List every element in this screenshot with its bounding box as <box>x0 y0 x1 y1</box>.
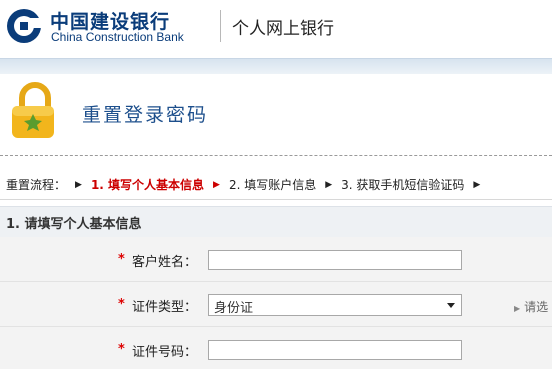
page-title: 重置登录密码 <box>82 104 209 126</box>
header: 中国建设银行 China Construction Bank 个人网上银行 <box>0 0 552 55</box>
form-row-name: * 客户姓名： <box>0 237 552 282</box>
required-mark: * <box>118 252 125 267</box>
dashed-divider <box>0 155 552 156</box>
header-divider <box>220 10 221 42</box>
steps-prefix: 重置流程： <box>6 178 67 192</box>
triangle-right-icon: ▶ <box>75 179 82 190</box>
id-type-hint: ▶ 请选 <box>514 298 548 315</box>
triangle-right-icon: ▶ <box>213 179 220 190</box>
required-mark: * <box>118 342 125 357</box>
caret-down-icon <box>447 303 455 308</box>
id-type-value: 身份证 <box>214 301 254 316</box>
form-row-id-type: * 证件类型： 身份证 ▶ 请选 <box>0 282 552 327</box>
info-form: * 客户姓名： * 证件类型： 身份证 ▶ 请选 * 证件号码： <box>0 237 552 369</box>
triangle-right-icon: ▶ <box>514 304 521 313</box>
section-title: 1. 请填写个人基本信息 <box>6 217 142 232</box>
triangle-right-icon: ▶ <box>473 179 481 190</box>
id-type-select[interactable]: 身份证 <box>208 294 462 316</box>
bank-name-en: China Construction Bank <box>51 30 184 44</box>
steps-divider <box>0 199 552 200</box>
site-name: 个人网上银行 <box>232 19 334 39</box>
triangle-right-icon: ▶ <box>325 179 333 190</box>
step-2: 2. 填写账户信息 <box>228 178 317 192</box>
id-number-input[interactable] <box>208 340 462 360</box>
ccb-logo-icon <box>7 9 42 43</box>
name-label: 客户姓名： <box>132 255 198 270</box>
id-type-label: 证件类型： <box>132 300 198 315</box>
header-band <box>0 58 552 75</box>
process-steps: 重置流程： ▶ 1. 填写个人基本信息 ▶ 2. 填写账户信息 ▶ 3. 获取手机短信验证码… <box>6 176 489 194</box>
step-1: 1. 填写个人基本信息 <box>90 178 205 192</box>
form-row-id-number: * 证件号码： <box>0 327 552 371</box>
required-mark: * <box>118 297 125 312</box>
padlock-icon <box>12 82 54 138</box>
id-type-hint-text: 请选 <box>524 300 549 314</box>
id-number-label: 证件号码： <box>132 345 198 360</box>
name-input[interactable] <box>208 250 462 270</box>
step-3: 3. 获取手机短信验证码 <box>341 178 465 192</box>
